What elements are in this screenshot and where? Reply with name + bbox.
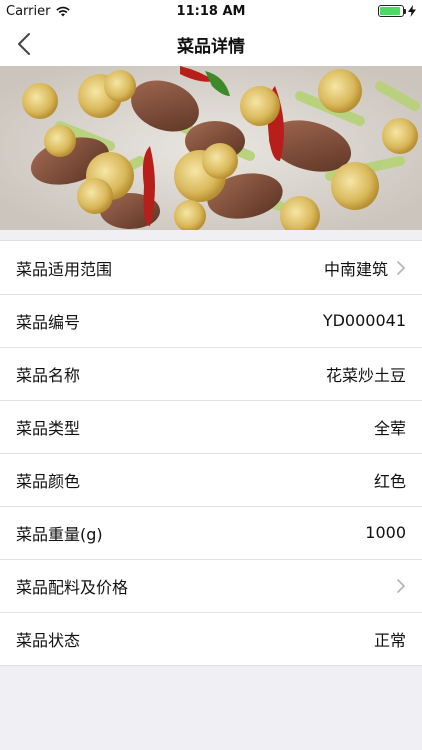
chevron-left-icon bbox=[18, 33, 30, 55]
chevron-right-icon bbox=[397, 260, 405, 275]
detail-row[interactable]: 菜品配料及价格 bbox=[0, 559, 422, 612]
navigation-bar: 菜品详情 bbox=[0, 22, 422, 66]
detail-row: 菜品重量(g) 1000 bbox=[0, 506, 422, 559]
detail-row-label: 菜品重量(g) bbox=[16, 524, 103, 544]
back-button[interactable] bbox=[8, 28, 40, 60]
status-bar: Carrier 11:18 AM bbox=[0, 0, 422, 22]
detail-row-value: 花菜炒土豆 bbox=[325, 365, 406, 385]
detail-row: 菜品名称 花菜炒土豆 bbox=[0, 347, 422, 400]
carrier-label: Carrier bbox=[6, 3, 51, 19]
dish-photo bbox=[0, 66, 422, 230]
detail-row-value: 全荤 bbox=[373, 418, 406, 438]
detail-row: 菜品编号 YD000041 bbox=[0, 294, 422, 347]
detail-row-value: 红色 bbox=[373, 471, 406, 491]
detail-row: 菜品类型 全荤 bbox=[0, 400, 422, 453]
detail-row-label: 菜品类型 bbox=[16, 418, 81, 438]
detail-row-label: 菜品配料及价格 bbox=[16, 577, 129, 597]
detail-row-label: 菜品状态 bbox=[16, 630, 81, 650]
detail-row: 菜品颜色 红色 bbox=[0, 453, 422, 506]
detail-row-right: 花菜炒土豆 bbox=[326, 362, 406, 386]
detail-row-label: 菜品适用范围 bbox=[16, 259, 113, 279]
detail-row-right: 正常 bbox=[374, 627, 406, 651]
battery-icon bbox=[378, 5, 406, 17]
detail-row-value: 中南建筑 bbox=[323, 259, 388, 279]
wifi-icon bbox=[56, 6, 71, 16]
status-left: Carrier bbox=[6, 3, 71, 19]
detail-row: 菜品状态 正常 bbox=[0, 612, 422, 665]
detail-row-label: 菜品名称 bbox=[16, 365, 81, 385]
detail-row-right: 1000 bbox=[365, 523, 406, 542]
dish-photo-illustration bbox=[0, 66, 422, 230]
detail-row-right: YD000041 bbox=[323, 311, 406, 330]
page-title: 菜品详情 bbox=[177, 36, 245, 57]
detail-row-value: 正常 bbox=[373, 630, 406, 650]
detail-row-right: 红色 bbox=[374, 468, 406, 492]
detail-row[interactable]: 菜品适用范围 中南建筑 bbox=[0, 241, 422, 294]
status-right bbox=[378, 5, 416, 17]
detail-row-value: YD000041 bbox=[322, 311, 406, 330]
dish-detail-list: 菜品适用范围 中南建筑菜品编号 YD000041 菜品名称 花菜炒土豆菜品类型 全荤菜品颜… bbox=[0, 240, 422, 666]
chevron-right-icon bbox=[397, 578, 405, 593]
detail-row-right: 全荤 bbox=[374, 415, 406, 439]
detail-row-label: 菜品颜色 bbox=[16, 471, 81, 491]
detail-row-right: 中南建筑 bbox=[324, 256, 406, 280]
battery-cap bbox=[404, 9, 406, 14]
battery-level bbox=[380, 7, 401, 15]
detail-row-label: 菜品编号 bbox=[16, 312, 81, 332]
charging-bolt-icon bbox=[408, 5, 416, 17]
detail-row-value: 1000 bbox=[365, 523, 406, 542]
detail-row-right bbox=[388, 578, 406, 593]
